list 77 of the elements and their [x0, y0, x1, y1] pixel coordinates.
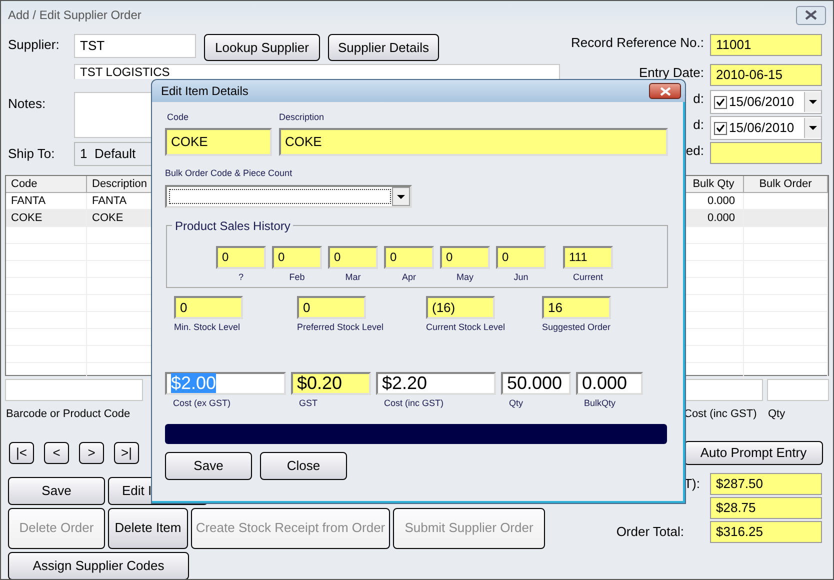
button[interactable]: Save — [8, 476, 105, 504]
table-cell: COKE — [6, 210, 87, 227]
field-label: BulkQty — [583, 396, 616, 410]
button[interactable]: Auto Prompt Entry — [684, 440, 823, 464]
text-field[interactable]: 11001 — [710, 34, 822, 56]
month-field[interactable]: 0 — [496, 246, 546, 269]
supplier-name-field[interactable]: TST LOGISTICS — [74, 64, 560, 79]
field-label: Code — [166, 111, 190, 124]
button[interactable]: Lookup Supplier — [204, 34, 320, 61]
field-label: Jun — [514, 271, 528, 284]
field-label: Cost (ex GST) — [172, 396, 231, 410]
date-value: 15/06/2010 — [729, 93, 794, 112]
total-field: $316.25 — [710, 520, 822, 542]
field-label: Supplier: — [8, 36, 60, 54]
button[interactable]: Close — [260, 452, 347, 480]
month-field[interactable]: 0 — [384, 246, 434, 269]
supplier-code-field[interactable]: TST — [74, 34, 196, 58]
field-label: Current Stock Level — [426, 321, 506, 334]
date-picker[interactable]: 15/06/2010 — [710, 90, 822, 114]
field-label: Apr — [402, 271, 416, 284]
table-cell: 0.000 — [684, 210, 744, 227]
field-label: Current — [572, 271, 603, 284]
button[interactable]: Assign Supplier Codes — [8, 552, 189, 579]
month-field[interactable]: 0 — [272, 246, 322, 269]
column-header: Bulk Qty — [684, 176, 744, 193]
total-field: $28.75 — [710, 496, 822, 518]
field-label: Qty — [768, 407, 786, 422]
button[interactable]: Supplier Details — [328, 34, 439, 61]
field-label: ed: — [686, 142, 704, 158]
column-header: Bulk Order — [744, 176, 828, 193]
window-title: Add / Edit Supplier Order — [8, 7, 142, 24]
cost-field[interactable]: $2.20 — [376, 372, 496, 394]
field-label: Mar — [345, 271, 361, 284]
field-label: Order Total: — [616, 522, 684, 541]
field-label: Min. Stock Level — [174, 321, 240, 334]
field-label: May — [456, 271, 474, 284]
button[interactable]: Delete Item — [108, 508, 188, 548]
cost-field[interactable]: 50.000 — [501, 372, 571, 394]
date-picker[interactable]: 15/06/2010 — [710, 116, 822, 140]
field-label: Preferred Stock Level — [297, 321, 384, 334]
field-label: Notes: — [8, 95, 47, 113]
field-label: ? — [238, 271, 244, 284]
field-label: Suggested Order — [542, 321, 611, 334]
date-value: 15/06/2010 — [729, 119, 794, 138]
cost-field[interactable]: $0.20 — [291, 372, 371, 394]
field-label: Record Reference No.: — [571, 34, 704, 50]
field-label: d: — [693, 116, 704, 132]
field-label: Ship To: — [8, 145, 56, 163]
month-field[interactable]: 0 — [328, 246, 378, 269]
column-header: Code — [6, 176, 87, 193]
code-field[interactable]: COKE — [165, 128, 272, 156]
field-label: d: — [693, 90, 704, 106]
field-label: T): — [684, 474, 700, 493]
button[interactable]: Save — [165, 452, 252, 480]
month-field[interactable]: 111 — [563, 246, 613, 269]
month-field[interactable]: 0 — [216, 246, 266, 269]
button[interactable]: > — [79, 442, 104, 464]
stock-field[interactable]: 0 — [174, 296, 243, 319]
total-field: $287.50 — [710, 472, 822, 494]
text-field[interactable]: 2010-06-15 — [710, 64, 822, 86]
cost-field[interactable]: 0.000 — [576, 372, 643, 394]
button[interactable]: >| — [114, 442, 139, 464]
field-label: Cost (inc GST) — [383, 396, 444, 410]
dialog-title: Edit Item Details — [161, 83, 248, 100]
stock-field[interactable]: 0 — [297, 296, 366, 319]
month-field[interactable]: 0 — [440, 246, 490, 269]
stock-field[interactable]: (16) — [426, 296, 495, 319]
field-label: GST — [298, 396, 318, 410]
stock-field[interactable]: 16 — [542, 296, 611, 319]
button[interactable]: < — [44, 442, 69, 464]
field-label: Feb — [289, 271, 305, 284]
description-field[interactable]: COKE — [279, 128, 668, 156]
field-label: Qty — [508, 396, 524, 410]
button[interactable]: |< — [9, 442, 34, 464]
field-label: Description — [279, 111, 324, 124]
field-label: Barcode or Product Code — [6, 407, 130, 422]
field-label: Entry Date: — [638, 64, 704, 80]
